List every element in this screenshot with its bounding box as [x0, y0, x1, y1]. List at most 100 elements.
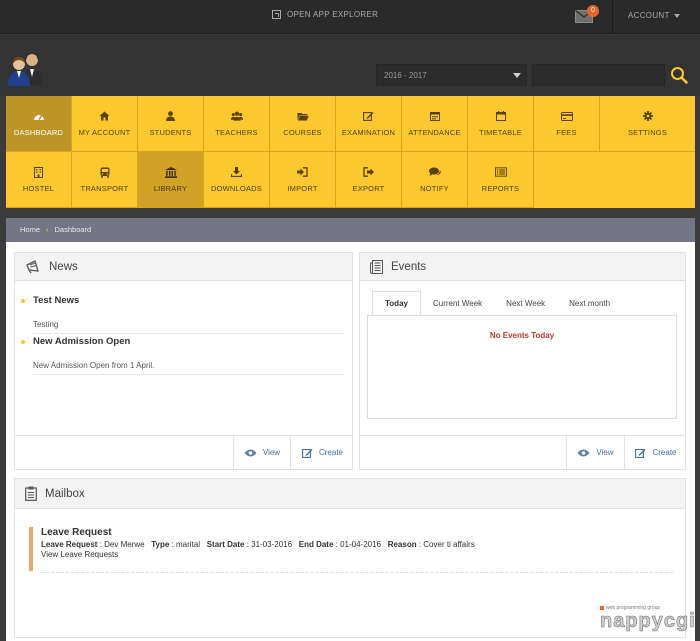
events-create-button[interactable]: Create	[624, 436, 687, 469]
events-view-button[interactable]: View	[566, 436, 624, 469]
events-tab-body: No Events Today	[367, 315, 677, 419]
logo-users-icon	[6, 51, 46, 87]
folder-icon	[297, 111, 309, 122]
open-app-explorer-label: OPEN APP EXPLORER	[287, 10, 379, 19]
nav-library[interactable]: LIBRARY	[138, 152, 204, 208]
external-link-icon	[272, 10, 281, 19]
building-icon	[33, 166, 45, 178]
news-view-button[interactable]: View	[233, 436, 290, 469]
end-date-value: : 01-04-2016	[333, 540, 382, 549]
nav-reports[interactable]: REPORTS	[468, 152, 534, 208]
main-content: Home › Dashboard News Test News Testing …	[6, 218, 695, 641]
calendar-icon	[429, 111, 441, 122]
nav-label: LIBRARY	[153, 183, 188, 193]
account-menu[interactable]: ACCOUNT	[628, 11, 680, 20]
search-button[interactable]	[666, 62, 692, 88]
mail-entry[interactable]: Leave Request Leave Request : Dev Merwe …	[29, 527, 673, 571]
account-label: ACCOUNT	[628, 11, 670, 20]
type-label: Type	[151, 540, 170, 549]
news-item-title: New Admission Open	[33, 336, 131, 347]
mail-entry-details: Leave Request : Dev Merwe Type : marital…	[41, 540, 673, 549]
academic-year-select[interactable]: 2016 - 2017	[376, 64, 527, 86]
news-panel: News Test News Testing New Admission Ope…	[14, 252, 353, 470]
events-create-label: Create	[652, 448, 677, 457]
nav-label: TIMETABLE	[479, 127, 522, 137]
breadcrumb-home[interactable]: Home	[20, 225, 40, 242]
events-footer: View Create	[360, 435, 685, 469]
chevron-down-icon	[673, 13, 680, 18]
news-item-desc: New Admission Open from 1 April.	[33, 361, 345, 375]
nav-label: IMPORT	[287, 183, 318, 193]
news-footer: View Create	[15, 435, 352, 469]
view-leave-requests-link[interactable]: View Leave Requests	[41, 550, 673, 559]
news-item[interactable]: New Admission Open New Admission Open fr…	[21, 336, 345, 375]
nav-label: REPORTS	[481, 183, 520, 193]
tab-next-week[interactable]: Next Week	[494, 291, 557, 315]
nav-notify[interactable]: NOTIFY	[402, 152, 468, 208]
gear-icon	[642, 111, 654, 122]
nav-label: COURSES	[283, 127, 322, 137]
news-item[interactable]: Test News Testing	[21, 295, 345, 334]
news-title: News	[49, 260, 78, 273]
news-view-label: View	[262, 448, 281, 457]
bank-icon	[164, 166, 177, 178]
nav-label: EXPORT	[352, 183, 385, 193]
edit-icon	[302, 448, 313, 458]
top-bar: OPEN APP EXPLORER 0 ACCOUNT	[0, 0, 700, 34]
header: 2016 - 2017	[0, 35, 700, 96]
nav-teachers[interactable]: TEACHERS	[204, 96, 270, 152]
edit-icon	[363, 111, 375, 122]
leave-request-value: : Dev Merwe	[97, 540, 145, 549]
events-panel: Events Today Current Week Next Week Next…	[359, 252, 686, 470]
sign-out-icon	[363, 167, 375, 178]
nav-settings[interactable]: SETTINGS	[600, 96, 695, 152]
tab-current-week[interactable]: Current Week	[421, 291, 494, 315]
mail-entry-title: Leave Request	[41, 527, 112, 538]
mailbox-header: Mailbox	[15, 479, 685, 509]
nav-hostel[interactable]: HOSTEL	[6, 152, 72, 208]
nav-import[interactable]: IMPORT	[270, 152, 336, 208]
search-input[interactable]	[532, 64, 665, 86]
open-app-explorer-link[interactable]: OPEN APP EXPLORER	[272, 10, 378, 19]
nav-dashboard[interactable]: DASHBOARD	[6, 96, 72, 152]
bullet-icon	[21, 339, 25, 344]
watermark-brand: nappycgi	[600, 610, 696, 633]
news-create-button[interactable]: Create	[290, 436, 354, 469]
nav-label: DOWNLOADS	[211, 183, 262, 193]
nav-label: TEACHERS	[215, 127, 258, 137]
start-date-value: : 31-03-2016	[244, 540, 293, 549]
mailbox-panel: Mailbox Leave Request Leave Request : De…	[14, 478, 686, 638]
nav-label: SETTINGS	[627, 127, 668, 137]
sign-in-icon	[297, 167, 309, 178]
type-value: : marital	[169, 540, 201, 549]
nav-label: NOTIFY	[420, 183, 449, 193]
nav-label: FEES	[556, 127, 577, 137]
nav-students[interactable]: STUDENTS	[138, 96, 204, 152]
chevron-right-icon: ›	[46, 225, 49, 234]
nav-export[interactable]: EXPORT	[336, 152, 402, 208]
nav-attendance[interactable]: ATTENDANCE	[402, 96, 468, 152]
nav-fees[interactable]: FEES	[534, 96, 600, 152]
nav-my-account[interactable]: MY ACCOUNT	[72, 96, 138, 152]
nav-label: ATTENDANCE	[408, 127, 461, 137]
nav-transport[interactable]: TRANSPORT	[72, 152, 138, 208]
divider	[612, 0, 613, 34]
eye-icon	[244, 449, 257, 456]
calendar-icon	[495, 111, 507, 122]
nav-label: STUDENTS	[149, 127, 192, 137]
credit-card-icon	[560, 111, 573, 122]
search-icon	[671, 67, 688, 84]
nav-label: MY ACCOUNT	[78, 127, 131, 137]
list-alt-icon	[494, 167, 507, 178]
tab-next-month[interactable]: Next month	[557, 291, 622, 315]
tab-today[interactable]: Today	[372, 291, 421, 315]
nav-courses[interactable]: COURSES	[270, 96, 336, 152]
mailbox-title: Mailbox	[45, 487, 85, 500]
comments-icon	[428, 167, 441, 178]
no-events-message: No Events Today	[489, 331, 555, 340]
nav-examination[interactable]: EXAMINATION	[336, 96, 402, 152]
user-icon	[165, 111, 177, 122]
events-view-label: View	[596, 448, 614, 457]
nav-downloads[interactable]: DOWNLOADS	[204, 152, 270, 208]
nav-timetable[interactable]: TIMETABLE	[468, 96, 534, 152]
